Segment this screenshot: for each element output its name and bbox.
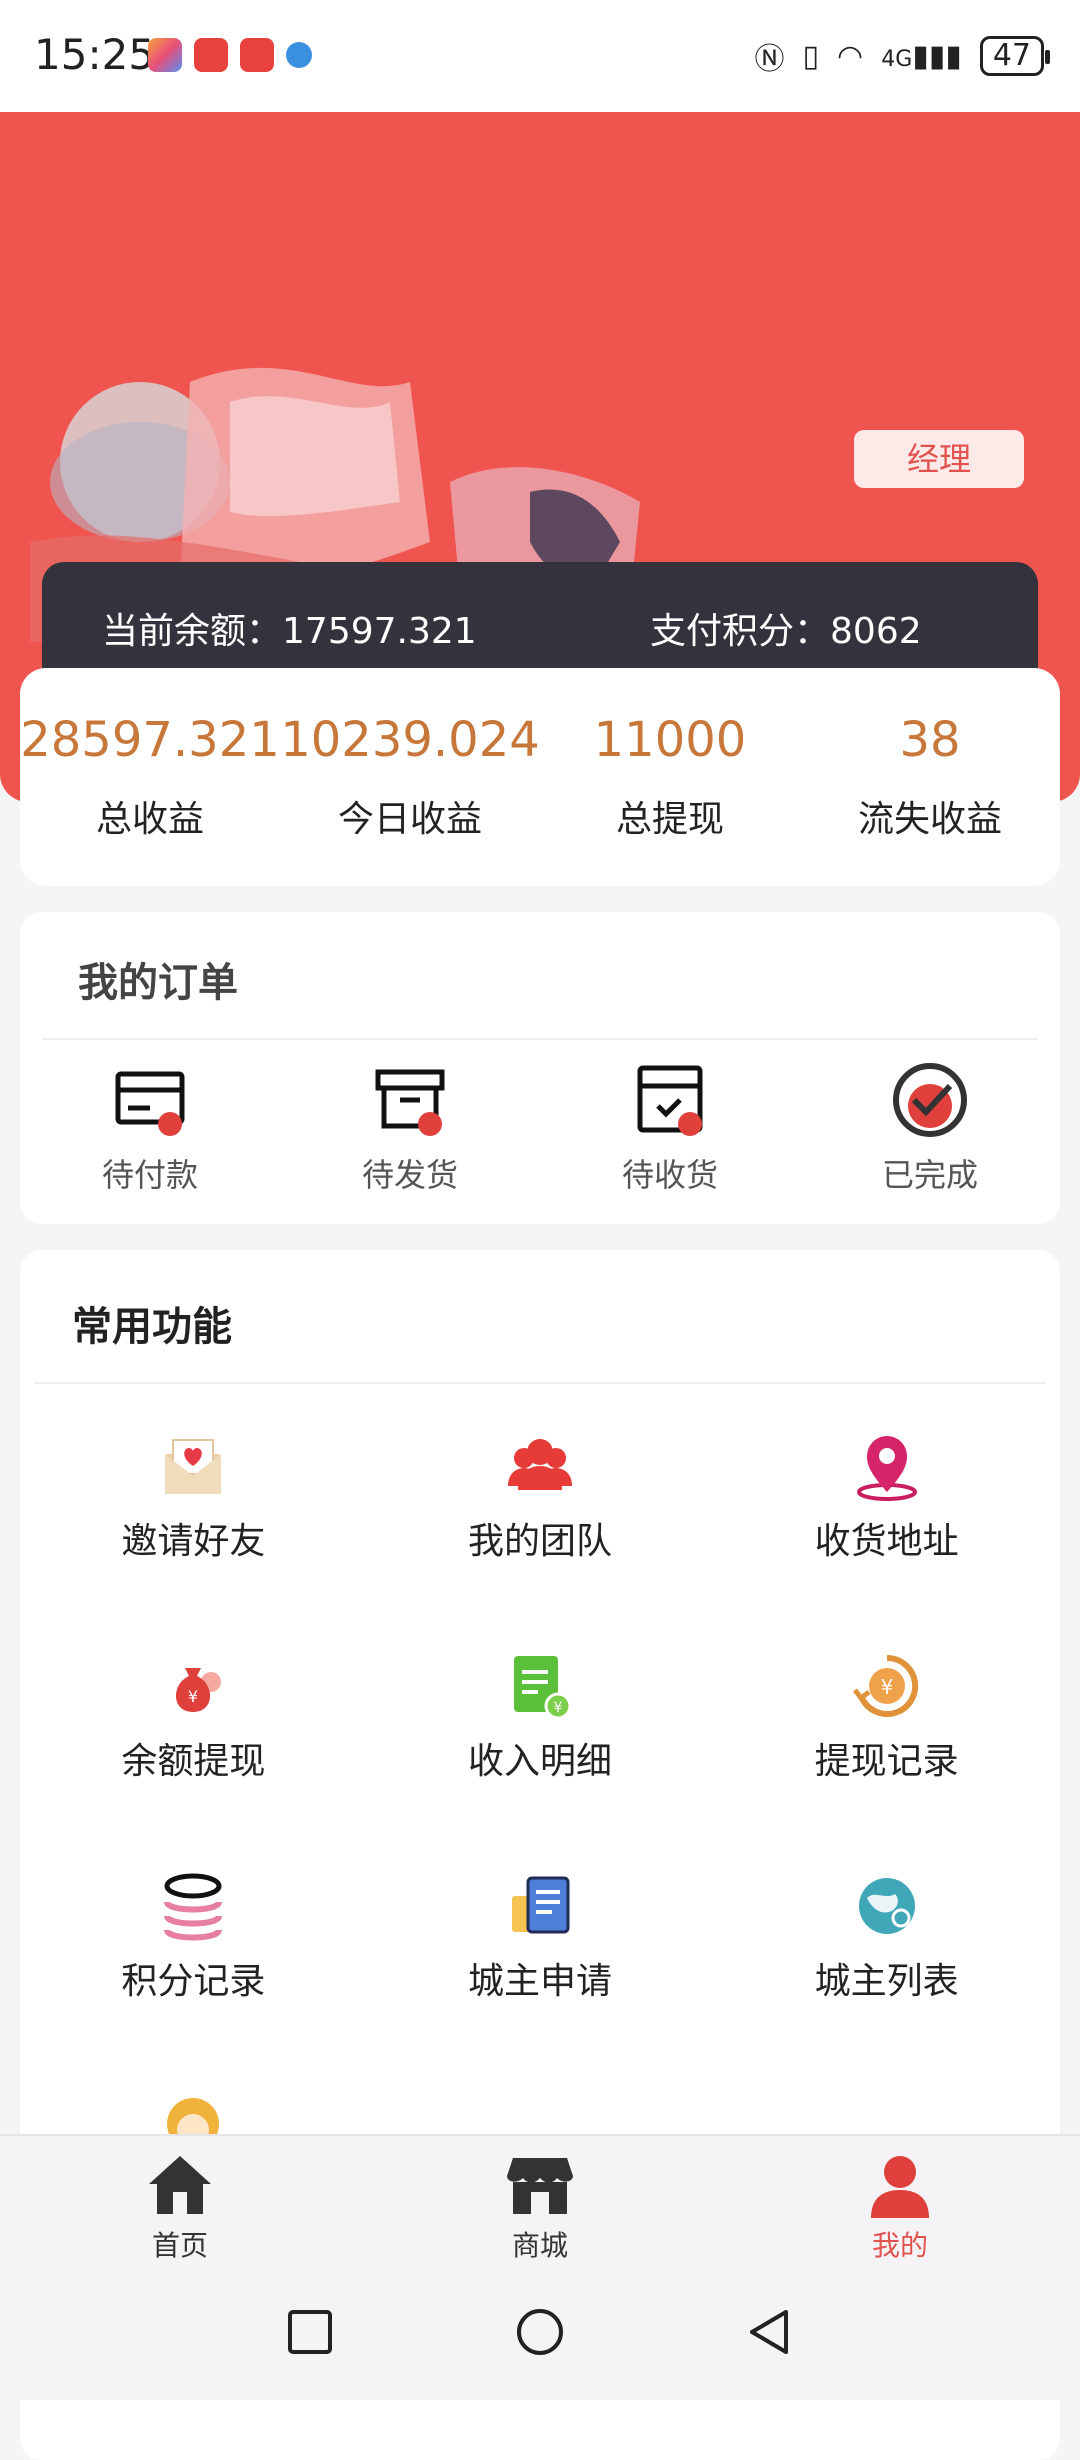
current-balance: 当前余额：17597.321 [102, 602, 477, 654]
order-pending-shipment[interactable]: 待发货 [280, 1060, 540, 1210]
my-orders-card: 我的订单 待付款 待发货 待收货 已完成 [20, 912, 1060, 1224]
back-icon[interactable] [744, 2306, 796, 2358]
func-city-lord-apply[interactable]: 城主申请 [367, 1850, 714, 2070]
func-label: 积分记录 [121, 1961, 266, 2002]
func-shipping-address[interactable]: 收货地址 [713, 1410, 1060, 1630]
team-icon [508, 1439, 572, 1490]
func-my-team[interactable]: 我的团队 [367, 1410, 714, 1630]
func-label: 邀请好友 [121, 1521, 266, 1562]
stat-today-earnings[interactable]: 10239.024 今日收益 [280, 668, 540, 886]
func-withdraw-records[interactable]: ¥ 提现记录 [713, 1630, 1060, 1850]
nav-mine[interactable]: 我的 [720, 2136, 1080, 2272]
stat-label: 总收益 [95, 799, 204, 840]
order-label: 待发货 [361, 1156, 458, 1194]
home-icon [149, 2156, 211, 2214]
user-icon [871, 2156, 929, 2218]
battery-icon: 47 [979, 36, 1051, 76]
order-completed[interactable]: 已完成 [800, 1060, 1060, 1210]
stat-total-earnings[interactable]: 28597.321 总收益 [20, 668, 280, 886]
svg-text:¥: ¥ [188, 1687, 198, 1706]
stat-label: 今日收益 [337, 799, 482, 840]
current-balance-label: 当前余额： [102, 611, 283, 652]
func-city-lord-list[interactable]: 城主列表 [713, 1850, 1060, 2070]
payment-points: 支付积分：8062 [650, 602, 922, 654]
func-points-records[interactable]: 积分记录 [20, 1850, 367, 2070]
signal-icon: 4G▮▮▮ [881, 38, 962, 74]
stat-value: 28597.321 [20, 712, 280, 768]
orders-title: 我的订单 [78, 960, 238, 1006]
nav-store[interactable]: 商城 [360, 2136, 720, 2272]
notification-icons [148, 38, 312, 72]
order-label: 已完成 [881, 1156, 978, 1194]
status-bar: 15:25 Ⓝ ▯ ◠ 4G▮▮▮ 47 [0, 0, 1080, 112]
stat-label: 总提现 [615, 799, 724, 840]
func-label: 收入明细 [468, 1741, 613, 1782]
yuan-history-icon: ¥ [852, 1654, 918, 1717]
network-type: 4G [881, 46, 913, 72]
system-navigation-bar [0, 2270, 1080, 2400]
wifi-icon: ◠ [837, 38, 864, 74]
func-label: 余额提现 [121, 1741, 266, 1782]
home-circle-icon[interactable] [514, 2306, 566, 2358]
status-time: 15:25 [34, 30, 156, 79]
stat-label: 流失收益 [857, 799, 1002, 840]
role-badge: 经理 [854, 430, 1024, 488]
current-balance-value: 17597.321 [282, 611, 477, 652]
earnings-stats: 28597.321 总收益 10239.024 今日收益 11000 总提现 3… [20, 668, 1060, 886]
svg-text:¥: ¥ [554, 1700, 563, 1716]
order-pending-receipt[interactable]: 待收货 [540, 1060, 800, 1210]
divider [34, 1382, 1046, 1384]
box-icon [375, 1069, 445, 1136]
stat-value: 38 [899, 712, 961, 768]
stat-lost-earnings[interactable]: 38 流失收益 [800, 668, 1060, 886]
balance-bar: 当前余额：17597.321 支付积分：8062 [42, 562, 1038, 670]
func-income-details[interactable]: ¥ 收入明细 [367, 1630, 714, 1850]
func-label: 城主列表 [814, 1961, 959, 2002]
stat-value: 11000 [593, 712, 747, 768]
money-bag-icon: ¥ [176, 1668, 222, 1712]
app-notification-icon [286, 42, 312, 68]
divider [42, 1038, 1038, 1040]
order-pending-payment[interactable]: 待付款 [20, 1060, 280, 1210]
app-notification-icon [148, 38, 182, 72]
card-icon [115, 1071, 185, 1136]
recent-apps-icon[interactable] [284, 2306, 336, 2358]
coin-stack-icon [164, 1873, 223, 1941]
func-label: 提现记录 [814, 1741, 959, 1782]
func-label: 收货地址 [814, 1521, 959, 1562]
bottom-navigation: 首页 商城 我的 [0, 2134, 1080, 2272]
payment-points-label: 支付积分： [650, 611, 831, 652]
apply-doc-icon [512, 1876, 570, 1934]
globe-icon [858, 1878, 915, 1934]
location-pin-icon [856, 1436, 917, 1501]
battery-level: 47 [992, 38, 1031, 73]
app-notification-icon [240, 38, 274, 72]
receive-box-icon [637, 1065, 703, 1136]
nfc-icon: Ⓝ [754, 42, 785, 77]
func-label: 城主申请 [468, 1961, 613, 2002]
stat-value: 10239.024 [280, 712, 540, 768]
func-label: 我的团队 [468, 1521, 613, 1562]
stat-total-withdrawal[interactable]: 11000 总提现 [540, 668, 800, 886]
check-circle-icon [893, 1063, 967, 1137]
income-doc-icon: ¥ [514, 1656, 572, 1720]
nav-label: 我的 [871, 2229, 928, 2262]
order-label: 待收货 [621, 1156, 718, 1194]
func-invite-friends[interactable]: 邀请好友 [20, 1410, 367, 1630]
nav-label: 首页 [151, 2229, 208, 2262]
store-icon [507, 2158, 573, 2214]
app-notification-icon [194, 38, 228, 72]
nav-home[interactable]: 首页 [0, 2136, 360, 2272]
nav-label: 商城 [511, 2229, 568, 2262]
svg-text:¥: ¥ [880, 1675, 893, 1699]
status-indicators: Ⓝ ▯ ◠ 4G▮▮▮ 47 [754, 34, 1051, 78]
invite-envelope-icon [165, 1439, 222, 1494]
payment-points-value: 8062 [830, 611, 922, 652]
func-balance-withdraw[interactable]: ¥ 余额提现 [20, 1630, 367, 1850]
order-label: 待付款 [101, 1156, 198, 1194]
vibrate-icon: ▯ [802, 38, 820, 74]
functions-title: 常用功能 [72, 1304, 232, 1350]
